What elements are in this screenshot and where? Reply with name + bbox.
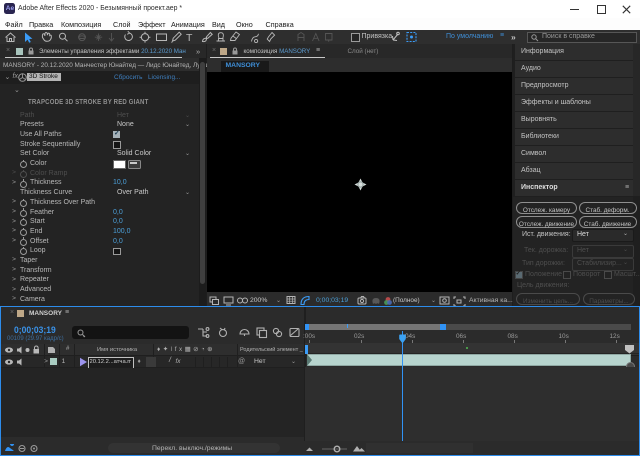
svg-text:T: T xyxy=(186,32,193,44)
